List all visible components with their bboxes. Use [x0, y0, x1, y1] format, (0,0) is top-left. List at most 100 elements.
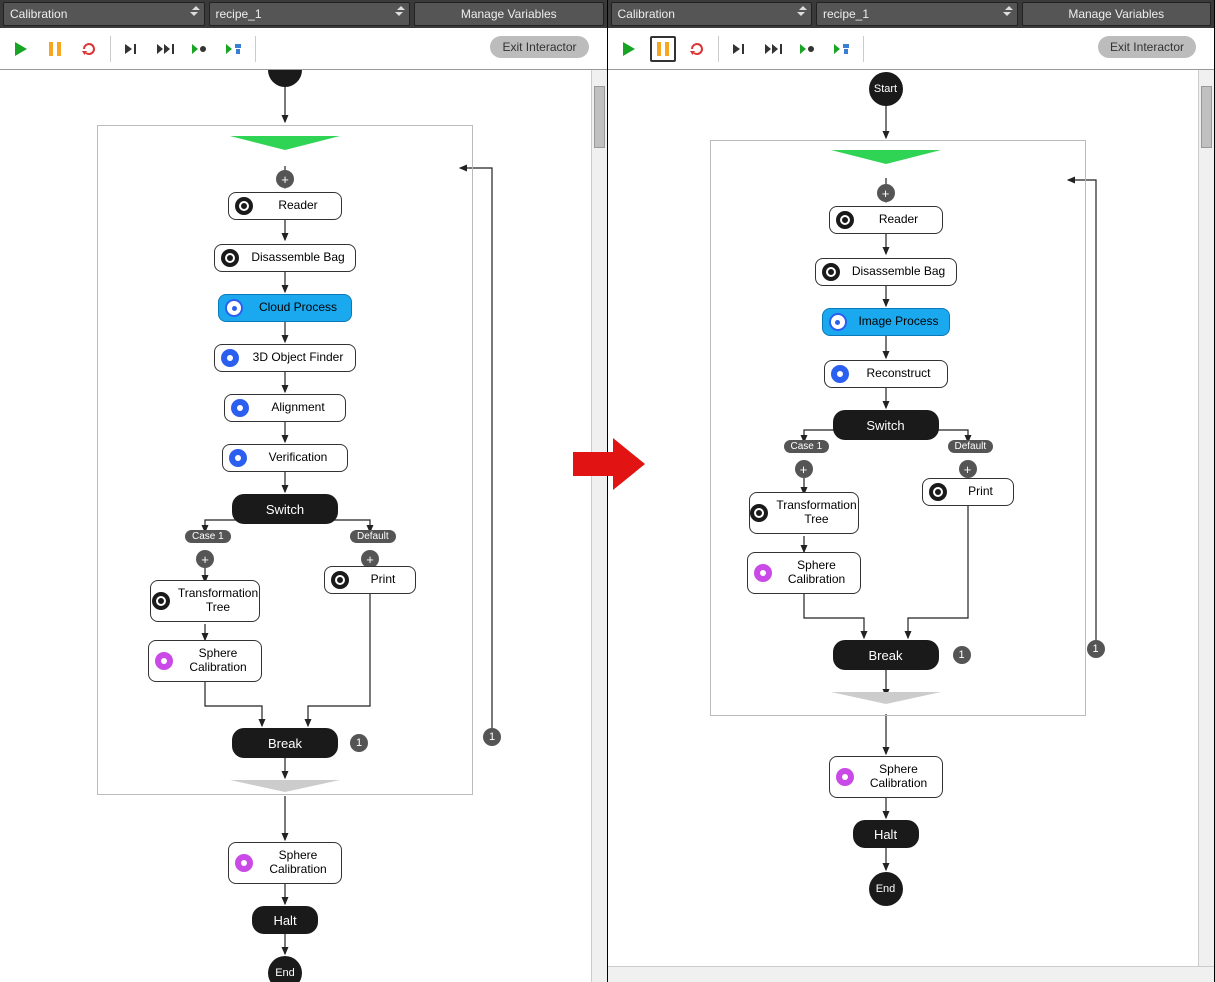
sphere-calibration-node-2[interactable]: Sphere Calibration — [228, 842, 342, 884]
region-exit-icon — [230, 780, 340, 792]
reconstruct-node[interactable]: Reconstruct — [824, 360, 948, 388]
gear-icon — [331, 571, 349, 589]
alignment-node[interactable]: Alignment — [224, 394, 346, 422]
step-over-button[interactable] — [119, 36, 145, 62]
gear-icon — [221, 249, 239, 267]
flow-canvas-left[interactable]: Reader Disassemble Bag Cloud Process 3D … — [0, 70, 607, 982]
manage-variables-button[interactable]: Manage Variables — [414, 2, 604, 26]
process-icon — [829, 313, 847, 331]
add-port-icon[interactable] — [877, 184, 895, 202]
end-node[interactable]: End — [268, 956, 302, 982]
vertical-scrollbar[interactable] — [591, 70, 607, 982]
halt-node[interactable]: Halt — [252, 906, 318, 934]
end-node[interactable]: End — [869, 872, 903, 906]
toolbar-separator — [718, 36, 719, 62]
step-to-cursor-button[interactable] — [795, 36, 821, 62]
topbar: Calibration recipe_1 Manage Variables — [0, 0, 607, 28]
manage-variables-button[interactable]: Manage Variables — [1022, 2, 1212, 26]
gear-icon — [152, 592, 170, 610]
sphere-icon — [754, 564, 772, 582]
right-pane: Calibration recipe_1 Manage Variables Ex… — [608, 0, 1215, 982]
sphere-icon — [235, 854, 253, 872]
play-button[interactable] — [8, 36, 34, 62]
sphere-calibration-node[interactable]: Sphere Calibration — [747, 552, 861, 594]
sphere-calibration-node[interactable]: Sphere Calibration — [148, 640, 262, 682]
lens-icon — [831, 365, 849, 383]
halt-node[interactable]: Halt — [853, 820, 919, 848]
recipe-dropdown[interactable]: recipe_1 — [816, 2, 1018, 26]
recipe-dropdown[interactable]: recipe_1 — [209, 2, 411, 26]
print-node[interactable]: Print — [922, 478, 1014, 506]
step-robot-button[interactable] — [221, 36, 247, 62]
step-over-button[interactable] — [727, 36, 753, 62]
image-process-node[interactable]: Image Process — [822, 308, 950, 336]
sphere-icon — [836, 768, 854, 786]
case1-tag: Case 1 — [185, 530, 231, 543]
toolbar-separator — [110, 36, 111, 62]
add-port-icon[interactable] — [795, 460, 813, 478]
lens-icon — [229, 449, 247, 467]
loop-counter — [1087, 640, 1105, 658]
topbar: Calibration recipe_1 Manage Variables — [608, 0, 1215, 28]
gear-icon — [929, 483, 947, 501]
toolbar: Exit Interactor — [0, 28, 607, 70]
left-pane: Calibration recipe_1 Manage Variables Ex… — [0, 0, 608, 982]
break-node[interactable]: Break — [833, 640, 939, 670]
break-node[interactable]: Break — [232, 728, 338, 758]
switch-node[interactable]: Switch — [232, 494, 338, 524]
exit-interactor-button[interactable]: Exit Interactor — [1098, 36, 1196, 58]
reader-node[interactable]: Reader — [228, 192, 342, 220]
default-tag: Default — [350, 530, 396, 543]
step-into-button[interactable] — [153, 36, 179, 62]
gear-icon — [750, 504, 768, 522]
project-dropdown[interactable]: Calibration — [3, 2, 205, 26]
gear-icon — [235, 197, 253, 215]
step-to-cursor-button[interactable] — [187, 36, 213, 62]
restart-button[interactable] — [76, 36, 102, 62]
recipe-dropdown-label: recipe_1 — [216, 7, 262, 21]
print-node[interactable]: Print — [324, 566, 416, 594]
exit-interactor-button[interactable]: Exit Interactor — [490, 36, 588, 58]
object-finder-node[interactable]: 3D Object Finder — [214, 344, 356, 372]
recipe-dropdown-label: recipe_1 — [823, 7, 869, 21]
project-dropdown[interactable]: Calibration — [611, 2, 813, 26]
break-counter — [953, 646, 971, 664]
transformation-tree-node[interactable]: Transformation Tree — [749, 492, 859, 534]
default-tag: Default — [948, 440, 994, 453]
start-node[interactable]: Start — [869, 72, 903, 106]
play-button[interactable] — [616, 36, 642, 62]
lens-icon — [231, 399, 249, 417]
add-port-icon[interactable] — [959, 460, 977, 478]
restart-button[interactable] — [684, 36, 710, 62]
region-entry-icon — [230, 136, 340, 150]
sphere-calibration-node-2[interactable]: Sphere Calibration — [829, 756, 943, 798]
cloud-process-node[interactable]: Cloud Process — [218, 294, 352, 322]
step-robot-button[interactable] — [829, 36, 855, 62]
project-dropdown-label: Calibration — [10, 7, 67, 21]
horizontal-scrollbar[interactable] — [608, 966, 1215, 982]
transformation-tree-node[interactable]: Transformation Tree — [150, 580, 260, 622]
project-dropdown-label: Calibration — [618, 7, 675, 21]
loop-counter — [483, 728, 501, 746]
transition-arrow-icon — [573, 438, 645, 490]
pause-button[interactable] — [650, 36, 676, 62]
break-counter — [350, 734, 368, 752]
toolbar-separator — [863, 36, 864, 62]
region-entry-icon — [831, 150, 941, 164]
toolbar: Exit Interactor — [608, 28, 1215, 70]
vertical-scrollbar[interactable] — [1198, 70, 1214, 982]
lens-icon — [221, 349, 239, 367]
start-node[interactable] — [268, 70, 302, 87]
verification-node[interactable]: Verification — [222, 444, 348, 472]
add-port-icon[interactable] — [196, 550, 214, 568]
switch-node[interactable]: Switch — [833, 410, 939, 440]
flow-canvas-right[interactable]: Start Reader Disassemble Bag Image Proce… — [608, 70, 1215, 982]
disassemble-node[interactable]: Disassemble Bag — [815, 258, 957, 286]
disassemble-node[interactable]: Disassemble Bag — [214, 244, 356, 272]
sphere-icon — [155, 652, 173, 670]
add-port-icon[interactable] — [276, 170, 294, 188]
process-icon — [225, 299, 243, 317]
reader-node[interactable]: Reader — [829, 206, 943, 234]
step-into-button[interactable] — [761, 36, 787, 62]
pause-button[interactable] — [42, 36, 68, 62]
